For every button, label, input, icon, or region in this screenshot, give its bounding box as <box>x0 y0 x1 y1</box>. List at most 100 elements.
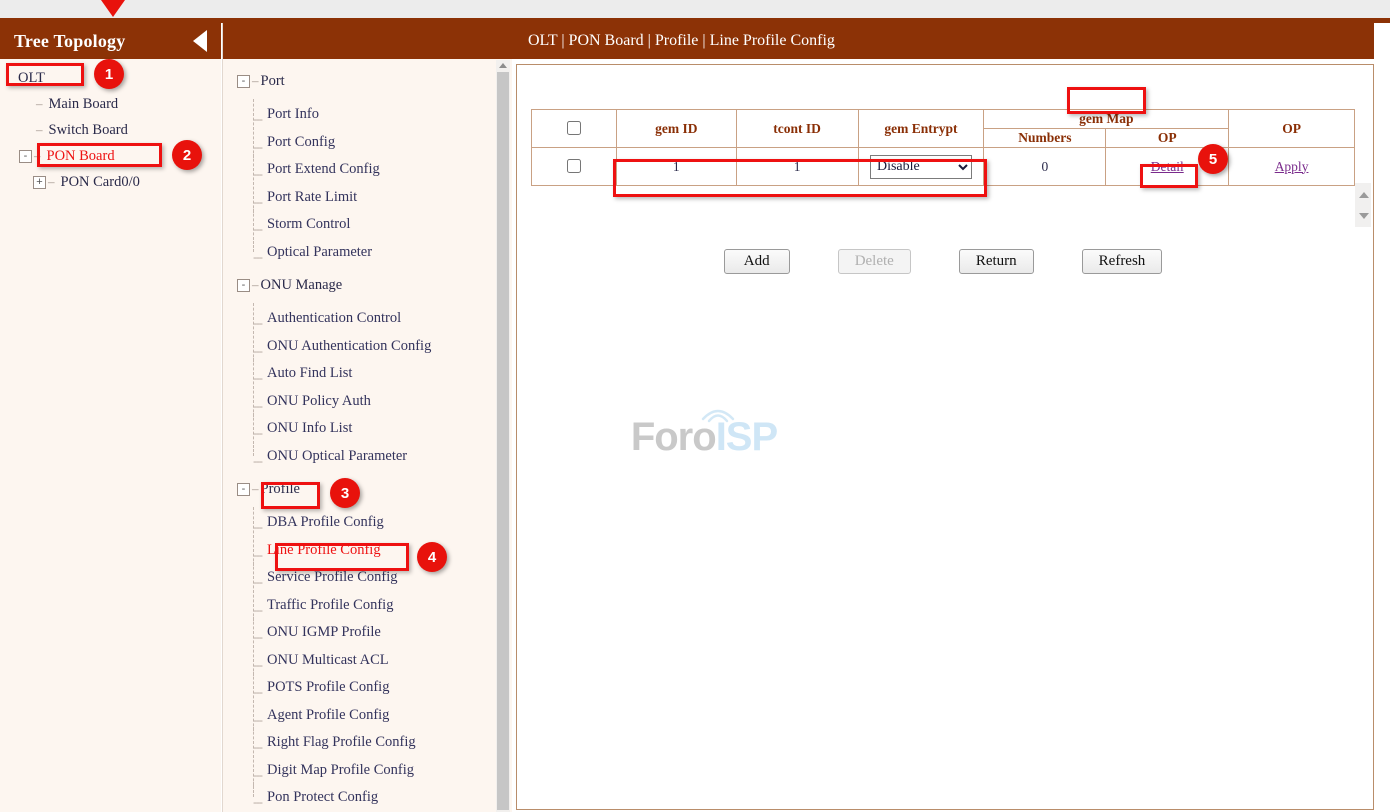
table-header-row-1: gem ID tcont ID gem Entrypt gem Map OP <box>532 110 1355 129</box>
foroisp-watermark: ForoISP <box>614 415 794 460</box>
nav-item-label: Right Flag Profile Config <box>267 734 416 751</box>
tree-tick-icon: --- <box>253 167 262 181</box>
tree-tick-icon: --- <box>253 112 262 126</box>
tree-tick-icon: --- <box>253 713 262 727</box>
tree-tick-icon: --- <box>253 316 262 330</box>
nav-item-port-extend-config[interactable]: --- Port Extend Config <box>237 156 497 184</box>
expand-expander-icon[interactable]: + <box>33 176 46 189</box>
cell-op: Apply <box>1229 148 1355 186</box>
tree-tick-icon: --- <box>253 685 262 699</box>
nav-item-label: Storm Control <box>267 216 350 233</box>
tree-tick-icon: --- <box>253 454 262 468</box>
annotation-box-gem-map <box>1067 87 1146 114</box>
sidebar-header: Tree Topology <box>0 23 221 59</box>
nav-item-onu-policy-auth[interactable]: ---ONU Policy Auth <box>237 388 497 416</box>
nav-item-traffic-profile-config[interactable]: --- Traffic Profile Config <box>237 592 497 620</box>
apply-link[interactable]: Apply <box>1275 159 1309 174</box>
chevron-down-icon[interactable] <box>1359 213 1369 219</box>
collapse-expander-icon[interactable]: - <box>237 483 250 496</box>
annotation-box-pon-board <box>37 143 162 167</box>
collapse-expander-icon[interactable]: - <box>237 279 250 292</box>
annotation-box-detail <box>1140 164 1198 188</box>
tree-tick-icon: --- <box>253 603 262 617</box>
nav-item-port-rate-limit[interactable]: ---Port Rate Limit <box>237 184 497 212</box>
nav-item-label: Digit Map Profile Config <box>267 762 414 779</box>
nav-item-auto-find-list[interactable]: ---Auto Find List <box>237 360 497 388</box>
tree-tick-icon: --- <box>253 520 262 534</box>
add-button[interactable]: Add <box>724 249 790 274</box>
nav-item-label: Port Config <box>267 134 335 151</box>
annotation-box-line-profile-config <box>275 543 409 571</box>
cell-gem-map-numbers: 0 <box>984 148 1106 186</box>
annotation-box-profile <box>261 482 320 509</box>
chevron-up-icon[interactable] <box>499 63 507 68</box>
nav-item-onu-info-list[interactable]: ---ONU Info List <box>237 415 497 443</box>
nav-item-port-config[interactable]: ---Port Config <box>237 129 497 157</box>
nav-item-onu-multicast-acl[interactable]: ---ONU Multicast ACL <box>237 647 497 675</box>
nav-group-port[interactable]: - – Port <box>237 67 497 95</box>
nav-item-label: POTS Profile Config <box>267 679 389 696</box>
nav-item-port-info[interactable]: --- Port Info <box>237 101 497 129</box>
nav-item-agent-profile-config[interactable]: --- Agent Profile Config <box>237 702 497 730</box>
tree-node-pon-card[interactable]: + – PON Card0/0 <box>0 169 221 195</box>
row-checkbox[interactable] <box>567 159 581 173</box>
nav-item-label: Port Info <box>267 106 319 123</box>
tree-tick-icon: --- <box>253 768 262 782</box>
tree-tick-icon: --- <box>253 658 262 672</box>
tree-branch-icon: – <box>252 481 259 497</box>
nav-item-digit-map-profile-config[interactable]: --- Digit Map Profile Config <box>237 757 497 785</box>
nav-item-label: ONU Policy Auth <box>267 393 371 410</box>
nav-item-label: DBA Profile Config <box>267 514 384 531</box>
tree-tick-icon: --- <box>253 250 262 264</box>
nav-item-label: ONU IGMP Profile <box>267 624 381 641</box>
nav-item-label: Port Extend Config <box>267 161 380 178</box>
nav-item-optical-parameter[interactable]: --- Optical Parameter <box>237 239 497 267</box>
nav-item-storm-control[interactable]: ---Storm Control <box>237 211 497 239</box>
nav-item-label: Service Profile Config <box>267 569 397 586</box>
chevron-up-icon[interactable] <box>1359 192 1369 198</box>
tree-branch-icon: – <box>36 122 43 138</box>
nav-scrollbar[interactable] <box>496 60 510 812</box>
annotation-box-row-fields <box>613 159 987 197</box>
triangle-left-icon[interactable] <box>193 30 207 52</box>
content-header: OLT | PON Board | Profile | Line Profile… <box>513 23 1374 59</box>
nav-item-label: Agent Profile Config <box>267 707 389 724</box>
annotation-badge-1: 1 <box>94 59 124 89</box>
tree-tick-icon: --- <box>253 371 262 385</box>
nav-item-pon-protect-config[interactable]: --- Pon Protect Config <box>237 784 497 812</box>
tree-branch-icon: – <box>36 96 43 112</box>
breadcrumb: OLT | PON Board | Profile | Line Profile… <box>528 32 835 50</box>
annotation-box-olt <box>6 63 84 86</box>
tree-tick-icon: --- <box>253 426 262 440</box>
collapse-expander-icon[interactable]: - <box>237 75 250 88</box>
delete-button: Delete <box>838 249 911 274</box>
nav-item-onu-authentication-config[interactable]: ---ONU Authentication Config <box>237 333 497 361</box>
tree-node-main-board[interactable]: – Main Board <box>0 91 221 117</box>
table-scrollbar[interactable] <box>1355 183 1371 227</box>
action-button-row: Add Delete Return Refresh <box>531 249 1355 274</box>
nav-item-label: Authentication Control <box>267 310 401 327</box>
nav-item-dba-profile-config[interactable]: --- DBA Profile Config <box>237 509 497 537</box>
nav-item-label: Pon Protect Config <box>267 789 378 806</box>
refresh-button[interactable]: Refresh <box>1082 249 1163 274</box>
nav-item-right-flag-profile-config[interactable]: ---Right Flag Profile Config <box>237 729 497 757</box>
annotation-badge-3: 3 <box>330 478 360 508</box>
tree-tick-icon: --- <box>253 795 262 809</box>
tree-tick-icon: --- <box>253 630 262 644</box>
nav-scrollbar-thumb[interactable] <box>497 72 509 810</box>
tree-node-label: Switch Board <box>49 122 128 139</box>
nav-item-authentication-control[interactable]: --- Authentication Control <box>237 305 497 333</box>
annotation-badge-2: 2 <box>172 140 202 170</box>
nav-item-pots-profile-config[interactable]: --- POTS Profile Config <box>237 674 497 702</box>
return-button[interactable]: Return <box>959 249 1034 274</box>
page-title: Tree Topology <box>14 31 193 52</box>
select-all-checkbox[interactable] <box>567 121 581 135</box>
tree-branch-icon: – <box>252 277 259 293</box>
header-tcont-id: tcont ID <box>736 110 858 148</box>
nav-item-label: Traffic Profile Config <box>267 597 393 614</box>
nav-item-label: Optical Parameter <box>267 244 372 261</box>
nav-item-onu-optical-parameter[interactable]: ---ONU Optical Parameter <box>237 443 497 471</box>
nav-item-onu-igmp-profile[interactable]: --- ONU IGMP Profile <box>237 619 497 647</box>
collapse-expander-icon[interactable]: - <box>19 150 32 163</box>
nav-group-onu-manage[interactable]: - – ONU Manage <box>237 271 497 299</box>
